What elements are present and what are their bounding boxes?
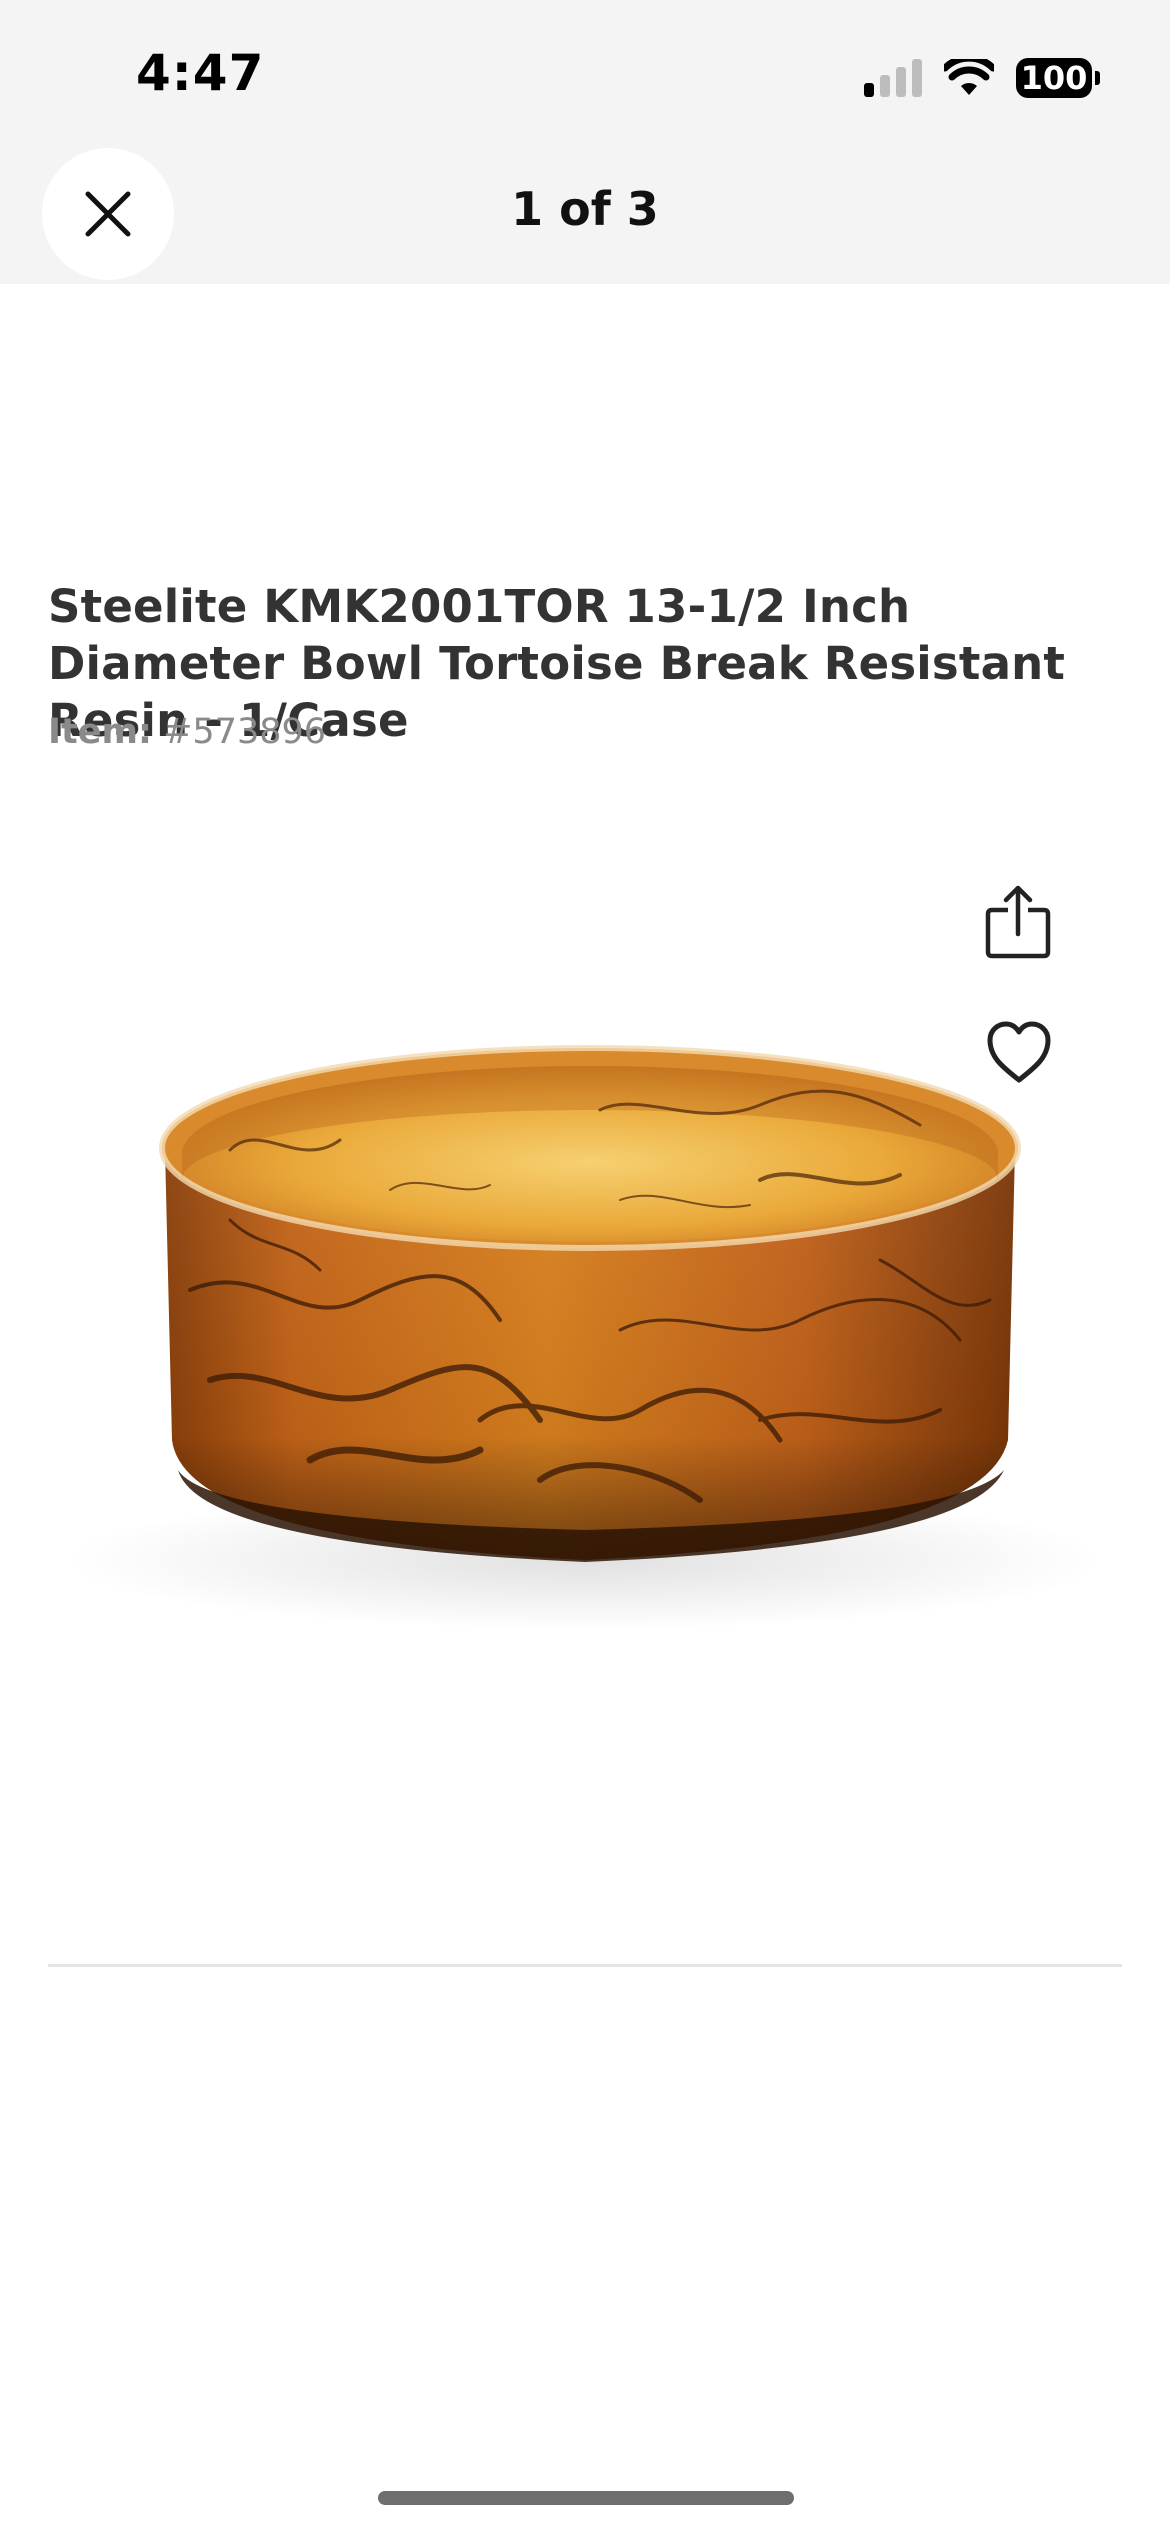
product-image[interactable] <box>60 1000 1110 1680</box>
share-icon <box>985 885 1051 959</box>
item-number-line: Item: #573896 <box>48 712 326 752</box>
cellular-signal-icon <box>864 59 922 97</box>
favorite-button[interactable] <box>984 1018 1054 1088</box>
item-label: Item: <box>48 712 152 752</box>
top-bar: 4:47 100 1 of 3 <box>0 0 1170 284</box>
divider <box>48 1964 1122 1967</box>
status-time: 4:47 <box>136 44 265 102</box>
wifi-icon <box>944 59 994 95</box>
heart-icon <box>987 1021 1051 1083</box>
image-counter: 1 of 3 <box>511 182 659 236</box>
home-indicator[interactable] <box>378 2491 794 2505</box>
status-indicators: 100 <box>864 56 1100 100</box>
product-image-viewer: 4:47 100 1 of 3 Steelite KMK2001TOR 13-1… <box>0 0 1170 2532</box>
item-number: #573896 <box>163 712 327 752</box>
share-button[interactable] <box>982 884 1054 960</box>
battery-icon: 100 <box>1016 58 1100 98</box>
